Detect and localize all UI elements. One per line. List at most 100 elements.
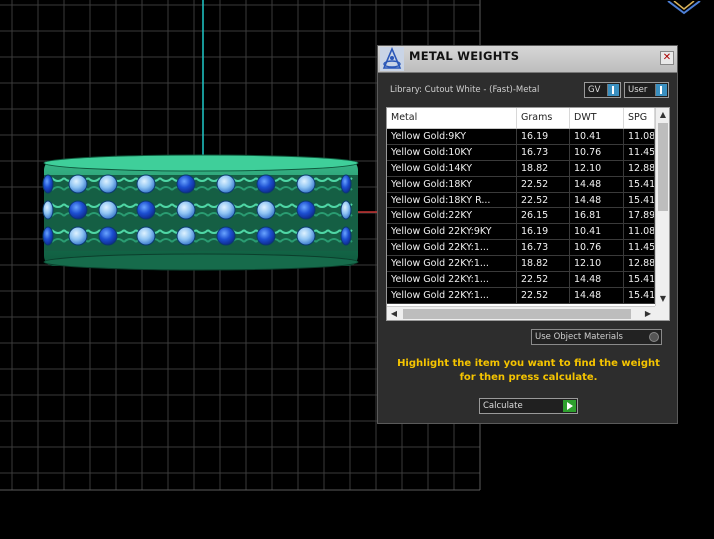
gemstone <box>98 226 118 246</box>
cell-metal: Yellow Gold 22KY:1... <box>387 240 517 256</box>
table-row[interactable]: Yellow Gold:22KY 26.15 16.81 17.89 <box>387 208 655 225</box>
cell-dwt: 10.76 <box>570 144 624 160</box>
cell-grams: 22.52 <box>517 272 570 288</box>
table-row[interactable]: Yellow Gold 22KY:1... 22.52 14.48 15.41 <box>387 272 655 288</box>
cell-grams: 22.52 <box>517 192 570 208</box>
scroll-right-icon[interactable]: ▶ <box>641 307 655 320</box>
instruction-text: Highlight the item you want to find the … <box>397 358 660 383</box>
calculate-button[interactable]: Calculate <box>479 398 578 414</box>
ring-bottom-edge <box>43 253 359 271</box>
gemstone <box>256 226 276 246</box>
scroll-left-icon[interactable]: ◀ <box>387 307 401 320</box>
table-row[interactable]: Yellow Gold:10KY 16.73 10.76 11.45 <box>387 144 655 161</box>
cell-spg: 11.08 <box>624 224 655 240</box>
gemstone <box>256 200 276 220</box>
table-row[interactable]: Yellow Gold 22KY:1... 22.52 14.48 15.41 <box>387 287 655 304</box>
use-object-materials-label: Use Object Materials <box>535 332 623 342</box>
table-row[interactable]: Yellow Gold 22KY:1... 16.73 10.76 11.45 <box>387 240 655 257</box>
horizontal-scrollbar[interactable]: ◀ ▶ <box>387 306 655 320</box>
gemstone <box>340 226 352 246</box>
table-body: Yellow Gold:9KY 16.19 10.41 11.08 Yellow Gol… <box>387 129 655 304</box>
close-icon: ✕ <box>662 52 672 63</box>
gv-toggle[interactable]: GV <box>584 82 621 98</box>
cell-dwt: 14.48 <box>570 192 624 208</box>
gemstone <box>98 200 118 220</box>
table-row[interactable]: Yellow Gold:18KY R... 22.52 14.48 15.41 <box>387 192 655 209</box>
table-row[interactable]: Yellow Gold 22KY:9KY 16.19 10.41 11.08 <box>387 224 655 241</box>
gemstone <box>296 174 316 194</box>
cell-spg: 12.88 <box>624 256 655 272</box>
user-toggle[interactable]: User <box>624 82 669 98</box>
cell-spg: 12.88 <box>624 160 655 176</box>
gemstone <box>216 200 236 220</box>
gemstone <box>42 200 54 220</box>
radio-icon <box>649 332 659 342</box>
scroll-down-icon[interactable]: ▼ <box>656 292 669 306</box>
column-header-spg[interactable]: SPG <box>624 108 655 128</box>
cell-spg: 11.08 <box>624 129 655 144</box>
play-arrow-icon <box>563 400 576 412</box>
cell-grams: 26.15 <box>517 208 570 224</box>
metal-table[interactable]: Metal Grams DWT SPG Yellow Gold:9KY 16.19… <box>386 107 670 321</box>
use-object-materials-toggle[interactable]: Use Object Materials <box>531 329 662 345</box>
gemstone <box>296 200 316 220</box>
cell-grams: 16.73 <box>517 240 570 256</box>
cell-metal: Yellow Gold:18KY <box>387 176 517 192</box>
column-header-grams[interactable]: Grams <box>517 108 570 128</box>
table-row[interactable]: Yellow Gold:14KY 18.82 12.10 12.88 <box>387 160 655 177</box>
cell-metal: Yellow Gold 22KY:1... <box>387 256 517 272</box>
gemstone <box>176 174 196 194</box>
cell-metal: Yellow Gold 22KY:1... <box>387 287 517 303</box>
cell-grams: 18.82 <box>517 256 570 272</box>
cell-spg: 15.41 <box>624 192 655 208</box>
metal-weights-dialog: METAL WEIGHTS ✕ Library: Cutout White - … <box>377 45 678 424</box>
dialog-title: METAL WEIGHTS <box>409 49 520 63</box>
table-row[interactable]: Yellow Gold 22KY:1... 18.82 12.10 12.88 <box>387 256 655 273</box>
close-button[interactable]: ✕ <box>660 51 674 65</box>
gemstone <box>340 174 352 194</box>
gemstone <box>136 174 156 194</box>
gemstone <box>176 200 196 220</box>
gemstone <box>42 174 54 194</box>
app-logo-icon <box>664 0 704 15</box>
metal-weights-icon <box>380 46 404 71</box>
table-row[interactable]: Yellow Gold:9KY 16.19 10.41 11.08 <box>387 129 655 145</box>
horizontal-scroll-thumb[interactable] <box>403 309 631 319</box>
toggle-indicator-icon <box>607 84 619 96</box>
column-header-metal[interactable]: Metal <box>387 108 517 128</box>
cell-dwt: 10.41 <box>570 224 624 240</box>
gemstone <box>42 226 54 246</box>
cell-dwt: 10.41 <box>570 129 624 144</box>
cell-dwt: 12.10 <box>570 256 624 272</box>
cell-grams: 16.19 <box>517 129 570 144</box>
gemstone <box>68 226 88 246</box>
gemstone <box>98 174 118 194</box>
cell-spg: 15.41 <box>624 287 655 303</box>
cell-dwt: 16.81 <box>570 208 624 224</box>
vertical-scrollbar[interactable]: ▲ ▼ <box>655 108 669 306</box>
cell-metal: Yellow Gold:10KY <box>387 144 517 160</box>
table-row[interactable]: Yellow Gold:18KY 22.52 14.48 15.41 <box>387 176 655 193</box>
gemstone <box>68 174 88 194</box>
column-header-dwt[interactable]: DWT <box>570 108 624 128</box>
vertical-scroll-thumb[interactable] <box>658 123 668 211</box>
calculate-label: Calculate <box>483 401 523 411</box>
table-header: Metal Grams DWT SPG <box>387 108 655 129</box>
user-toggle-label: User <box>628 85 648 95</box>
gemstone <box>68 200 88 220</box>
scrollbar-corner <box>655 306 669 320</box>
cell-dwt: 12.10 <box>570 160 624 176</box>
gemstone <box>176 226 196 246</box>
gemstone <box>136 226 156 246</box>
gemstone <box>216 174 236 194</box>
gv-toggle-label: GV <box>588 85 601 95</box>
ring-model[interactable] <box>42 154 359 271</box>
cell-grams: 16.73 <box>517 144 570 160</box>
dialog-titlebar[interactable]: METAL WEIGHTS ✕ <box>378 46 677 73</box>
cell-metal: Yellow Gold:22KY <box>387 208 517 224</box>
gemstone <box>256 174 276 194</box>
cell-metal: Yellow Gold 22KY:1... <box>387 272 517 288</box>
gemstone <box>136 200 156 220</box>
gemstone <box>296 226 316 246</box>
scroll-up-icon[interactable]: ▲ <box>656 108 669 122</box>
